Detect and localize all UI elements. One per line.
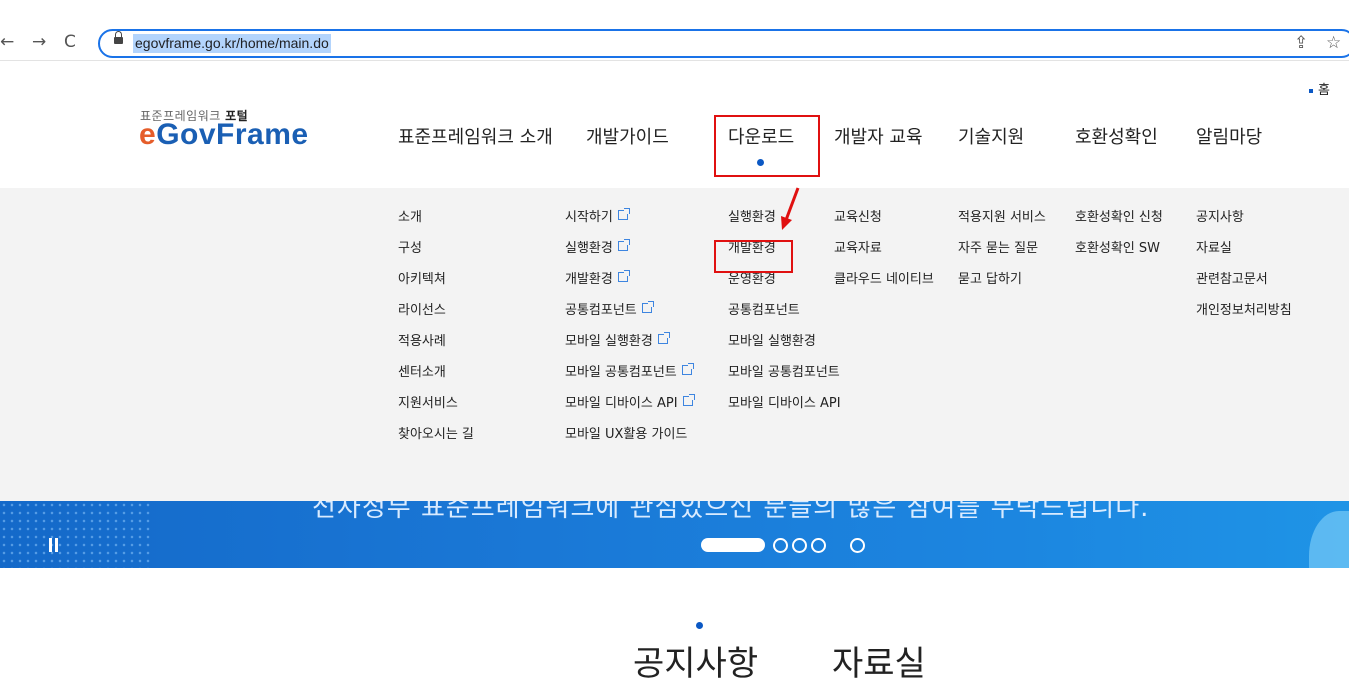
dot-pattern-decoration <box>0 501 150 568</box>
submenu-item[interactable]: 개인정보처리방침 <box>1196 303 1292 334</box>
submenu-item[interactable]: 적용사례 <box>398 334 474 365</box>
submenu-item[interactable]: 클라우드 네이티브 <box>834 272 934 303</box>
submenu-item[interactable]: 관련참고문서 <box>1196 272 1292 303</box>
home-link-label[interactable]: 홈 <box>1318 83 1330 98</box>
submenu-item[interactable]: 적용지원 서비스 <box>958 210 1046 241</box>
submenu-item[interactable]: 모바일 디바이스 API <box>728 396 841 427</box>
submenu-item[interactable]: 라이선스 <box>398 303 474 334</box>
external-link-icon <box>617 270 630 282</box>
external-link-icon <box>617 239 630 251</box>
red-arrow-icon <box>781 187 800 230</box>
gnb-item-support[interactable]: 기술지원 <box>958 123 1024 149</box>
back-icon[interactable]: ← <box>0 32 14 52</box>
submenu-item[interactable]: 모바일 공통컴포넌트 <box>728 365 841 396</box>
external-link-icon <box>657 332 670 344</box>
submenu-item[interactable]: 모바일 UX활용 가이드 <box>565 427 693 458</box>
reload-icon[interactable]: C <box>64 32 76 52</box>
share-icon[interactable]: ⇪ <box>1294 33 1308 53</box>
submenu-item[interactable]: 자주 묻는 질문 <box>958 241 1046 272</box>
banner-text: 전자정부 표준프레임워크에 관심있으신 분들의 많은 참여를 부탁드립니다. <box>312 501 1150 523</box>
wave-decoration <box>1309 511 1349 568</box>
submenu-item[interactable]: 센터소개 <box>398 365 474 396</box>
submenu-item[interactable]: 모바일 공통컴포넌트 <box>565 363 694 396</box>
highlight-box-dev-env <box>714 240 793 273</box>
submenu-compat: 호환성확인 신청 호환성확인 SW <box>1075 210 1163 272</box>
browser-toolbar: ← → C egovframe.go.kr/home/main.do ⇪ ☆ <box>0 0 1349 61</box>
slide-indicator[interactable] <box>850 538 865 553</box>
slide-indicator[interactable] <box>811 538 826 553</box>
submenu-item[interactable]: 운영환경 <box>728 272 841 303</box>
submenu-item[interactable]: 모바일 실행환경 <box>565 332 693 365</box>
external-link-icon <box>682 394 695 406</box>
submenu-guide: 시작하기 실행환경 개발환경 공통컴포넌트 모바일 실행환경 모바일 공통컴포넌… <box>565 208 695 458</box>
submenu-item[interactable]: 교육신청 <box>834 210 934 241</box>
active-tab-dot <box>696 622 703 629</box>
submenu-item[interactable]: 자료실 <box>1196 241 1292 272</box>
home-link[interactable]: 홈 <box>1309 79 1330 98</box>
lock-icon[interactable] <box>114 31 123 44</box>
submenu-support: 적용지원 서비스 자주 묻는 질문 묻고 답하기 <box>958 210 1046 303</box>
submenu-item[interactable]: 소개 <box>398 210 474 241</box>
submenu-item[interactable]: 구성 <box>398 241 474 272</box>
submenu-item[interactable]: 지원서비스 <box>398 396 474 427</box>
submenu-item[interactable]: 시작하기 <box>565 208 693 241</box>
submenu-item[interactable]: 호환성확인 신청 <box>1075 210 1163 241</box>
submenu-intro: 소개 구성 아키텍쳐 라이선스 적용사례 센터소개 지원서비스 찾아오시는 길 <box>398 210 474 458</box>
forward-icon[interactable]: → <box>32 32 46 52</box>
slide-indicator-active[interactable] <box>701 538 765 552</box>
submenu-item[interactable]: 호환성확인 SW <box>1075 241 1163 272</box>
gnb-item-intro[interactable]: 표준프레임워크 소개 <box>398 123 553 149</box>
submenu-item[interactable]: 아키텍쳐 <box>398 272 474 303</box>
address-bar[interactable]: egovframe.go.kr/home/main.do ⇪ ☆ <box>98 29 1349 58</box>
submenu-item[interactable]: 공통컴포넌트 <box>728 303 841 334</box>
submenu-education: 교육신청 교육자료 클라우드 네이티브 <box>834 210 934 303</box>
site-logo[interactable]: eGovFrame <box>139 118 309 152</box>
slide-indicator[interactable] <box>792 538 807 553</box>
submenu-item[interactable]: 공지사항 <box>1196 210 1292 241</box>
external-link-icon <box>617 208 630 220</box>
hero-banner: 전자정부 표준프레임워크에 관심있으신 분들의 많은 참여를 부탁드립니다. <box>0 501 1349 568</box>
submenu-notice: 공지사항 자료실 관련참고문서 개인정보처리방침 <box>1196 210 1292 334</box>
bullet-icon <box>1309 88 1313 93</box>
submenu-item[interactable]: 모바일 디바이스 API <box>565 394 695 427</box>
submenu-item[interactable]: 교육자료 <box>834 241 934 272</box>
submenu-item[interactable]: 공통컴포넌트 <box>565 301 693 334</box>
url-text[interactable]: egovframe.go.kr/home/main.do <box>133 34 331 53</box>
gnb-item-guide[interactable]: 개발가이드 <box>586 123 669 149</box>
gnb-item-compat[interactable]: 호환성확인 <box>1075 123 1158 149</box>
tab-notice[interactable]: 공지사항 <box>633 636 758 685</box>
highlight-box-download <box>714 115 820 177</box>
submenu-item[interactable]: 실행환경 <box>565 239 693 272</box>
external-link-icon <box>641 301 654 313</box>
slide-indicator[interactable] <box>773 538 788 553</box>
submenu-item[interactable]: 개발환경 <box>565 270 693 303</box>
pause-icon[interactable] <box>49 538 59 552</box>
gnb-item-education[interactable]: 개발자 교육 <box>834 123 923 149</box>
submenu-item[interactable]: 묻고 답하기 <box>958 272 1046 303</box>
gnb-item-notice[interactable]: 알림마당 <box>1196 123 1262 149</box>
submenu-item[interactable]: 모바일 실행환경 <box>728 334 841 365</box>
external-link-icon <box>681 363 694 375</box>
submenu-item[interactable]: 찾아오시는 길 <box>398 427 474 458</box>
bookmark-star-icon[interactable]: ☆ <box>1326 33 1341 53</box>
tab-archive[interactable]: 자료실 <box>832 636 926 685</box>
